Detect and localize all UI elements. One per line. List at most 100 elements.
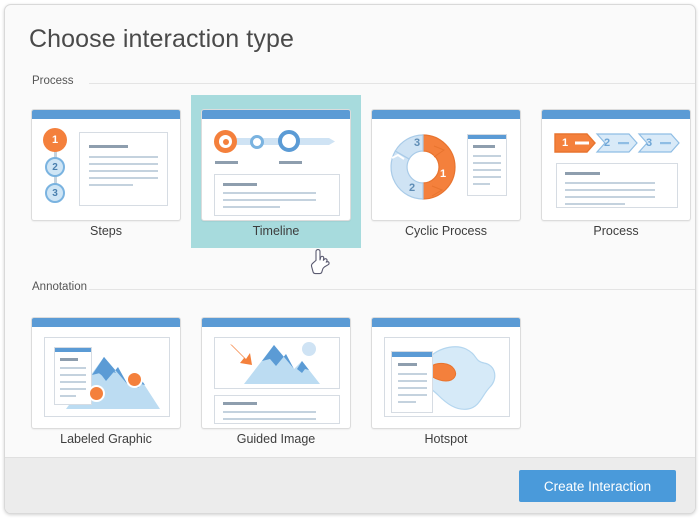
interaction-card-labeled-graphic[interactable]: Labeled Graphic: [21, 308, 191, 456]
lg-text-line: [60, 395, 76, 397]
gi-text-line: [223, 411, 316, 413]
cyclic-text-line: [473, 176, 501, 178]
hotspot-marker: [126, 371, 143, 388]
create-interaction-button[interactable]: Create Interaction: [519, 470, 676, 502]
timeline-marker-3: [278, 130, 300, 152]
process-number-2: 2: [604, 137, 611, 149]
step-circle-3: 3: [45, 183, 65, 203]
process-text-line: [565, 203, 625, 205]
card-label-timeline: Timeline: [252, 224, 300, 238]
page-title: Choose interaction type: [29, 25, 294, 53]
cyclic-number-3: 3: [414, 137, 421, 149]
process-number-3: 3: [646, 137, 653, 149]
process-text-line: [565, 189, 655, 191]
hs-text-line: [398, 401, 416, 403]
thumbnail-labeled-graphic: [31, 317, 181, 429]
thumbnail-titlebar: [202, 318, 350, 327]
pointing-hand-cursor: [310, 249, 330, 275]
card-label-process: Process: [593, 224, 639, 238]
steps-text-line: [89, 163, 158, 165]
thumbnail-hotspot: [371, 317, 521, 429]
steps-text-line: [89, 170, 158, 172]
steps-text-line: [89, 156, 158, 158]
choose-interaction-dialog: Choose interaction type Process 1 2 3 St…: [4, 4, 696, 514]
cyclic-text-line: [473, 145, 495, 148]
lg-text-line: [60, 381, 86, 383]
cyclic-number-1: 1: [440, 168, 447, 180]
thumbnail-timeline: [201, 109, 351, 221]
interaction-card-cyclic-process[interactable]: 3 2 1 Cyclic Process: [361, 100, 531, 248]
process-number-1: 1: [562, 137, 569, 149]
timeline-text-line: [223, 192, 316, 194]
gi-text-line: [223, 402, 257, 405]
steps-text-line: [89, 145, 128, 148]
timeline-marker-2: [250, 135, 264, 149]
step-circle-2: 2: [45, 157, 65, 177]
lg-text-line: [60, 388, 86, 390]
interaction-card-steps[interactable]: 1 2 3 Steps: [21, 100, 191, 248]
lg-text-line: [60, 374, 86, 376]
steps-text-line: [89, 184, 133, 186]
lg-text-line: [60, 367, 86, 369]
lg-text-line: [60, 358, 78, 361]
timeline-text-line: [223, 206, 280, 208]
timeline-marker-active: [214, 130, 237, 153]
cyclic-content-panel: [467, 134, 507, 196]
interaction-card-timeline[interactable]: Timeline: [191, 95, 361, 248]
card-label-steps: Steps: [90, 224, 122, 238]
interaction-card-process[interactable]: 1 2 3 Process: [531, 100, 695, 248]
gi-text-line: [223, 418, 316, 420]
section-header-process: Process: [5, 75, 695, 95]
mountain-scene-icon: [230, 342, 320, 384]
hotspot-card: [391, 351, 433, 413]
step-circle-1: 1: [43, 128, 67, 152]
process-text-line: [565, 182, 655, 184]
cyclic-number-2: 2: [409, 182, 416, 194]
card-label-hotspot: Hotspot: [424, 432, 468, 446]
thumbnail-titlebar: [542, 110, 690, 119]
thumbnail-process: 1 2 3: [541, 109, 691, 221]
timeline-caption-line: [215, 161, 238, 164]
cyclic-text-line: [473, 183, 490, 185]
annotation-card-row: Labeled Graphic Guided Image Hotspot: [5, 308, 695, 458]
hs-text-line: [398, 363, 417, 366]
cyclic-text-line: [473, 162, 501, 164]
thumbnail-titlebar: [372, 318, 520, 327]
section-divider-annotation: [89, 289, 695, 290]
process-text-line: [565, 172, 600, 175]
section-label-process: Process: [32, 75, 74, 87]
cyclic-text-line: [473, 155, 501, 157]
interaction-card-guided-image[interactable]: Guided Image: [191, 308, 361, 456]
timeline-caption-line: [279, 161, 302, 164]
steps-content-panel: [79, 132, 168, 206]
card-label-labeled-graphic: Labeled Graphic: [60, 432, 152, 446]
section-divider-process: [89, 83, 695, 84]
timeline-text-line: [223, 183, 257, 186]
process-card-row: 1 2 3 Steps Timeline 3 2 1 Cyclic Proces…: [5, 95, 695, 250]
timeline-track: [224, 138, 327, 145]
cyclic-text-line: [473, 169, 501, 171]
thumbnail-titlebar: [372, 110, 520, 119]
hotspot-marker: [88, 385, 105, 402]
thumbnail-steps: 1 2 3: [31, 109, 181, 221]
thumbnail-cyclic-process: 3 2 1: [371, 109, 521, 221]
timeline-content-panel: [214, 174, 340, 216]
hs-text-line: [398, 373, 427, 375]
interaction-card-hotspot[interactable]: Hotspot: [361, 308, 531, 456]
steps-text-line: [89, 177, 158, 179]
hs-text-line: [398, 380, 427, 382]
thumbnail-titlebar: [32, 110, 180, 119]
section-label-annotation: Annotation: [32, 281, 87, 293]
process-text-line: [565, 196, 655, 198]
thumbnail-titlebar: [202, 110, 350, 119]
thumbnail-titlebar: [32, 318, 180, 327]
process-content-panel: [556, 163, 678, 208]
timeline-text-line: [223, 199, 316, 201]
hs-text-line: [398, 387, 427, 389]
dialog-footer: Create Interaction: [5, 457, 695, 513]
card-label-guided-image: Guided Image: [236, 432, 316, 446]
thumbnail-guided-image: [201, 317, 351, 429]
cyclic-donut-icon: [390, 134, 456, 200]
section-header-annotation: Annotation: [5, 281, 695, 301]
process-chevrons-icon: [554, 133, 680, 153]
